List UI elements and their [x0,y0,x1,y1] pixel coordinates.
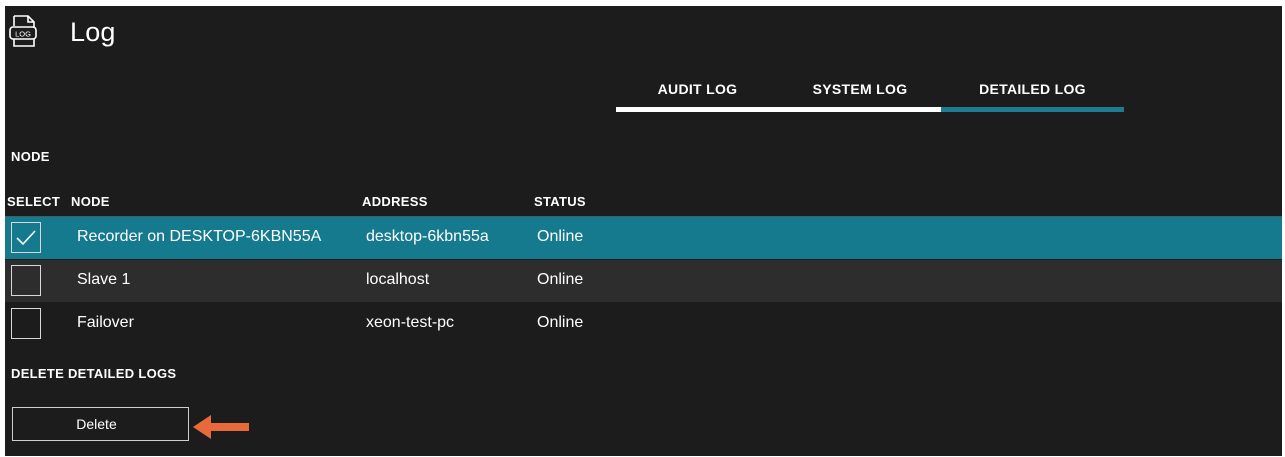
node-name: Failover [77,314,134,331]
column-header-select: SELECT [7,194,61,209]
page-title: Log [70,17,116,47]
checkmark-icon [16,230,36,246]
row-select-checkbox[interactable] [11,265,41,296]
tab-detailed-log[interactable]: DETAILED LOG [941,78,1124,112]
row-select-checkbox[interactable] [11,222,41,253]
row-select-checkbox[interactable] [11,308,41,339]
log-window: LOG Log AUDIT LOG SYSTEM LOG DETAILED LO… [5,6,1282,456]
node-status: Online [537,228,584,245]
delete-section-title: DELETE DETAILED LOGS [11,366,177,381]
node-address: xeon-test-pc [366,314,455,331]
node-table-header: SELECT NODE ADDRESS STATUS [5,190,1282,218]
node-address: desktop-6kbn55a [366,228,489,245]
tab-audit-log[interactable]: AUDIT LOG [616,78,779,112]
table-row[interactable]: Recorder on DESKTOP-6KBN55A desktop-6kbn… [5,217,1282,259]
column-header-status: STATUS [534,194,586,209]
table-row[interactable]: Failover xeon-test-pc Online [5,303,1282,345]
column-header-address: ADDRESS [362,194,428,209]
log-file-icon: LOG [9,15,37,47]
svg-text:LOG: LOG [15,30,31,39]
node-status: Online [537,314,584,331]
node-name: Recorder on DESKTOP-6KBN55A [77,228,322,245]
arrow-left-icon [193,415,249,439]
tab-system-log[interactable]: SYSTEM LOG [779,78,941,112]
node-name: Slave 1 [77,271,131,288]
node-address: localhost [366,271,430,288]
node-section-title: NODE [11,149,50,164]
log-tabs: AUDIT LOG SYSTEM LOG DETAILED LOG [616,78,1124,112]
delete-button[interactable]: Delete [12,407,189,441]
table-row[interactable]: Slave 1 localhost Online [5,260,1282,302]
column-header-node: NODE [71,194,110,209]
delete-button-label: Delete [76,416,117,432]
node-status: Online [537,271,584,288]
